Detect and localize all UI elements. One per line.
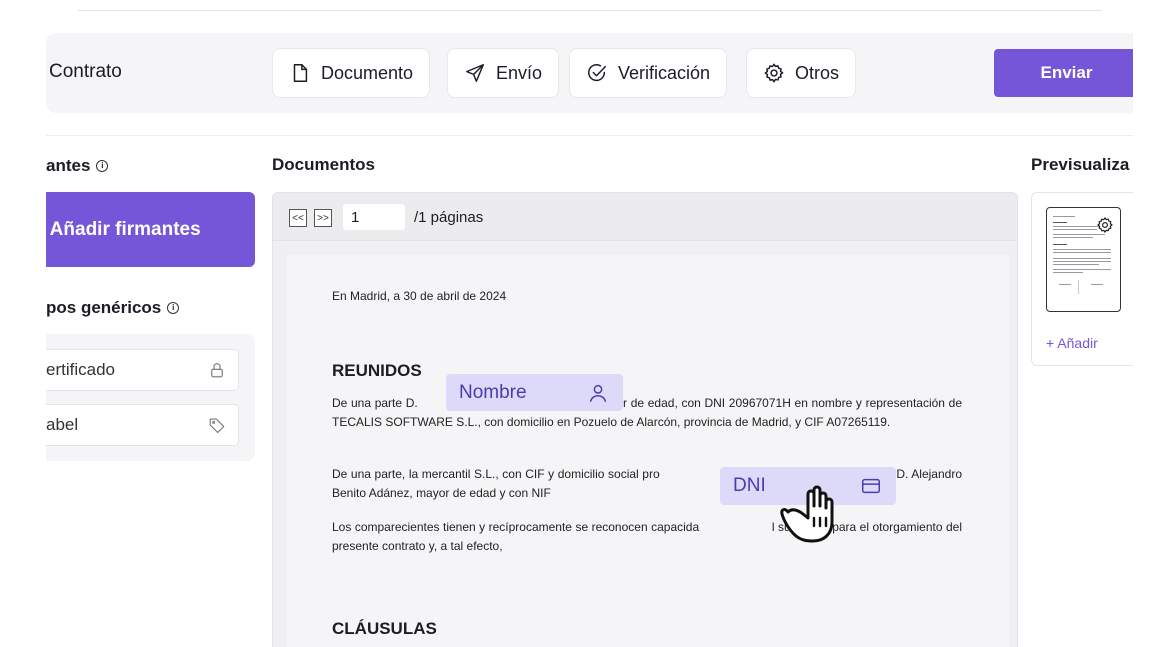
page-thumbnail[interactable] xyxy=(1046,207,1121,312)
placed-field-dni-label: DNI xyxy=(733,475,766,496)
tab-verificacion[interactable]: Verificación xyxy=(569,48,728,98)
generic-fields-heading: pos genéricos i xyxy=(46,298,180,318)
page-total: /1 páginas xyxy=(414,209,484,226)
field-certificado[interactable]: ertificado xyxy=(46,349,239,391)
header-toolbar: Contrato Documento Envío Verificación Ot… xyxy=(46,33,1133,113)
gear-icon[interactable] xyxy=(1096,216,1114,234)
tab-otros-label: Otros xyxy=(795,62,840,83)
placed-field-nombre[interactable]: Nombre xyxy=(446,374,623,411)
hand-cursor-icon xyxy=(780,485,834,543)
reunidos-heading: REUNIDOS xyxy=(332,361,422,380)
card-icon xyxy=(862,478,880,494)
send-icon xyxy=(466,64,484,82)
placed-field-nombre-label: Nombre xyxy=(459,381,527,403)
tab-envio-label: Envío xyxy=(496,62,543,83)
signers-title: antes xyxy=(46,156,91,175)
add-signers-button[interactable]: + Añadir firmantes xyxy=(46,192,255,267)
gear-icon xyxy=(764,63,784,83)
field-certificado-label: ertificado xyxy=(46,360,115,379)
date-line: En Madrid, a 30 de abril de 2024 xyxy=(332,289,507,303)
tab-documento[interactable]: Documento xyxy=(272,48,431,98)
info-icon[interactable]: i xyxy=(96,160,109,172)
tab-envio[interactable]: Envío xyxy=(447,48,560,98)
clausulas-heading: CLÁUSULAS xyxy=(332,619,437,638)
first-page-button[interactable]: << xyxy=(289,209,307,227)
field-label-label: abel xyxy=(46,415,79,434)
section-divider xyxy=(46,135,1133,136)
tab-documento-label: Documento xyxy=(321,62,414,83)
add-document-link[interactable]: + Añadir xyxy=(1046,335,1098,351)
field-label[interactable]: abel xyxy=(46,404,239,446)
generic-fields-list: ertificado abel xyxy=(46,334,255,461)
info-icon[interactable]: i xyxy=(167,302,180,314)
document-viewer: << >> /1 páginas En Madrid, a 30 de abri… xyxy=(272,192,1018,647)
paragraph-1: De una parte D. , mayor de edad, con DNI… xyxy=(332,396,966,429)
preview-title: Previsualiza xyxy=(1031,155,1130,174)
last-page-button[interactable]: >> xyxy=(314,209,332,227)
document-icon xyxy=(293,64,308,82)
preview-panel: + Añadir xyxy=(1031,192,1133,366)
user-icon xyxy=(589,384,607,402)
document-page: En Madrid, a 30 de abril de 2024 REUNIDO… xyxy=(287,255,1009,647)
page-number-input[interactable] xyxy=(343,204,405,230)
paragraph-3: Los comparecientes tienen y recíprocamen… xyxy=(332,520,966,553)
lock-icon xyxy=(211,363,223,378)
page-title: Contrato xyxy=(49,61,122,82)
top-divider xyxy=(78,10,1102,11)
left-panel: antes i + Añadir firmantes pos genéricos… xyxy=(46,150,258,470)
send-button[interactable]: Enviar xyxy=(994,49,1133,97)
tab-otros[interactable]: Otros xyxy=(746,48,857,98)
generic-fields-title: pos genéricos xyxy=(46,298,162,317)
tab-verificacion-label: Verificación xyxy=(618,62,711,83)
pager-bar: << >> /1 páginas xyxy=(273,193,1017,241)
check-circle-icon xyxy=(588,64,606,82)
tag-icon xyxy=(209,418,225,434)
signers-heading: antes i xyxy=(46,156,109,176)
documents-title: Documentos xyxy=(272,155,375,174)
